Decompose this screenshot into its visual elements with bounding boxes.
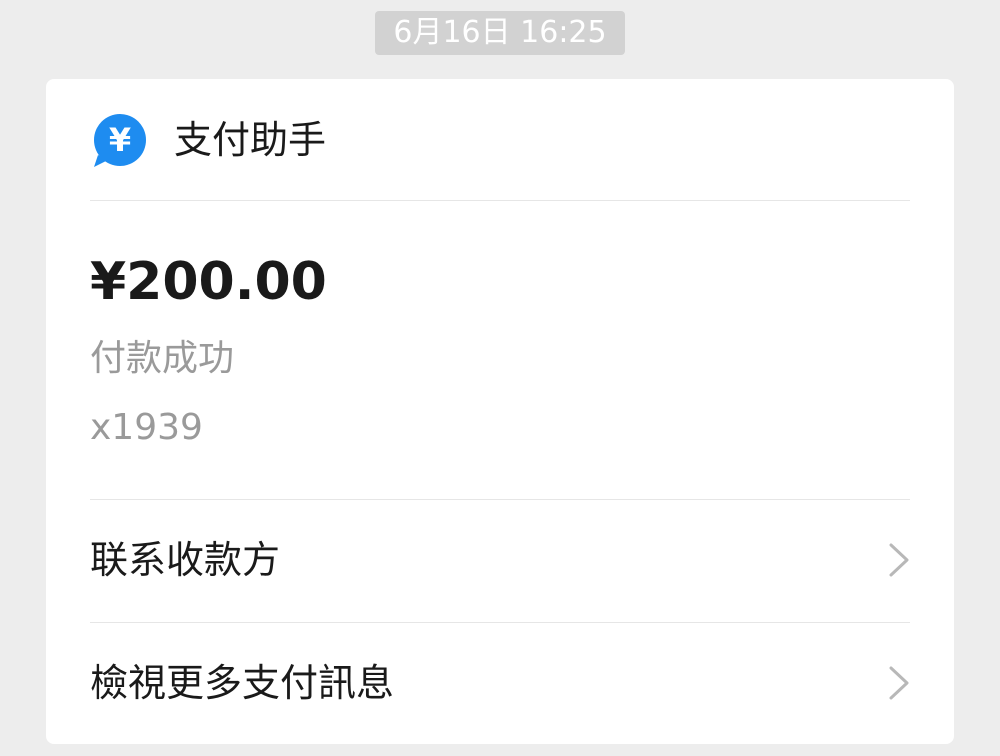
app-name: 支付助手	[174, 118, 327, 162]
chat-page: 6月16日 16:25 ¥ 支付助手 ¥200.00 付款成功 x1939 联系…	[0, 0, 1000, 756]
contact-payee-row[interactable]: 联系收款方	[90, 500, 910, 620]
view-more-payment-info-label: 檢視更多支付訊息	[90, 661, 395, 705]
view-more-payment-info-row[interactable]: 檢視更多支付訊息	[90, 623, 910, 743]
timestamp-container: 6月16日 16:25	[0, 11, 1000, 55]
yen-bubble-icon: ¥	[94, 114, 146, 167]
payment-amount: ¥200.00	[90, 252, 327, 312]
chevron-right-icon	[889, 543, 909, 577]
chevron-right-icon	[889, 666, 909, 700]
payment-status: 付款成功	[90, 338, 235, 379]
message-timestamp: 6月16日 16:25	[375, 11, 625, 55]
payment-reference: x1939	[90, 407, 203, 448]
contact-payee-label: 联系收款方	[90, 538, 281, 582]
yen-symbol: ¥	[109, 121, 131, 159]
payment-notification-card[interactable]: ¥ 支付助手 ¥200.00 付款成功 x1939 联系收款方 檢視更多支付訊息	[46, 79, 954, 744]
card-header: ¥ 支付助手	[90, 79, 910, 201]
